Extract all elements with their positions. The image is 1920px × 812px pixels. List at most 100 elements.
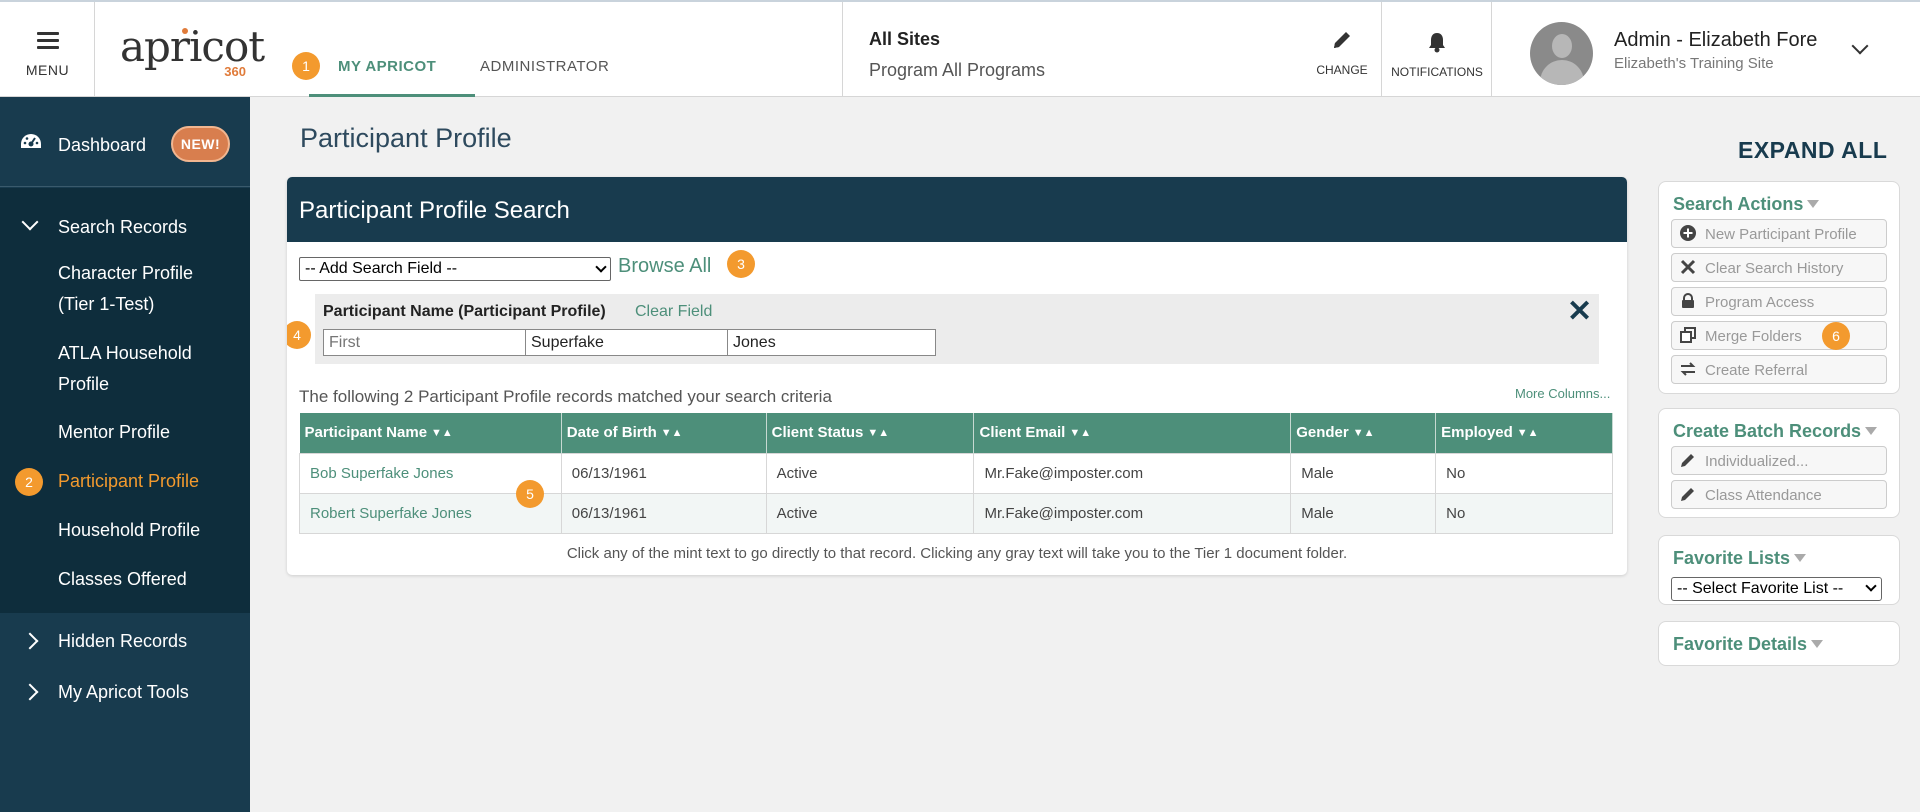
column-header-date-of-birth[interactable]: Date of Birth ▼▲ — [561, 413, 767, 453]
expand-all-button[interactable]: EXPAND ALL — [1738, 137, 1887, 164]
action-label: Class Attendance — [1705, 487, 1822, 504]
bell-icon — [1429, 33, 1445, 53]
cell-employed[interactable]: No — [1435, 452, 1613, 494]
dashboard-gauge-icon — [21, 134, 41, 148]
sites-program: Program All Programs — [869, 60, 1046, 80]
create-referral-button[interactable]: Create Referral — [1671, 355, 1887, 384]
column-header-employed[interactable]: Employed ▼▲ — [1435, 413, 1613, 453]
merge-folders-button[interactable]: Merge Folders 6 — [1671, 321, 1887, 350]
cell-status[interactable]: Active — [765, 492, 975, 534]
sidebar-item-label: Mentor Profile — [58, 422, 171, 442]
cell-email[interactable]: Mr.Fake@imposter.com — [973, 452, 1292, 494]
more-columns-link[interactable]: More Columns... — [1515, 386, 1610, 401]
copy-icon — [1680, 327, 1696, 343]
sidebar-item-label: Classes Offered — [58, 569, 187, 589]
sort-icon: ▼▲ — [660, 427, 683, 440]
change-button[interactable]: CHANGE — [1302, 2, 1382, 97]
panel-header: Participant Profile Search — [287, 177, 1627, 242]
column-header-gender[interactable]: Gender ▼▲ — [1290, 413, 1437, 453]
cell-employed[interactable]: No — [1435, 492, 1613, 534]
new-participant-profile-button[interactable]: New Participant Profile — [1671, 219, 1887, 248]
sort-icon: ▼▲ — [431, 427, 453, 440]
column-header-client-status[interactable]: Client Status ▼▲ — [766, 413, 975, 453]
sidebar-item-dashboard[interactable]: Dashboard NEW! — [0, 97, 250, 187]
individualized-button[interactable]: Individualized... — [1671, 446, 1887, 475]
favorite-list-value: -- Select Favorite List -- — [1677, 580, 1844, 597]
action-label: Merge Folders — [1705, 328, 1802, 345]
sidebar-item-my-apricot-tools-label: My Apricot Tools — [58, 682, 189, 702]
action-label: Individualized... — [1705, 453, 1809, 470]
triangle-down-icon — [1865, 427, 1878, 435]
notifications-label: NOTIFICATIONS — [1391, 65, 1483, 79]
site-program-selector: All Sites Program All Programs — [842, 2, 1382, 97]
class-attendance-button[interactable]: Class Attendance — [1671, 480, 1887, 509]
chevron-down-icon — [595, 261, 607, 273]
favorite-list-select[interactable]: -- Select Favorite List -- — [1671, 577, 1882, 601]
middle-name-input[interactable] — [525, 329, 734, 356]
results-footnote: Click any of the mint text to go directl… — [566, 545, 1348, 562]
add-search-field-select[interactable]: -- Add Search Field -- — [299, 257, 611, 281]
avatar — [1530, 22, 1593, 85]
cell-dob[interactable]: 06/13/1961 — [560, 492, 767, 534]
step-badge-4: 4 — [287, 321, 311, 349]
results-table: Participant Name ▼▲ Date of Birth ▼▲ Clien… — [299, 413, 1613, 534]
triangle-down-icon — [1794, 554, 1807, 562]
pencil-icon — [1334, 32, 1350, 48]
cell-dob[interactable]: 06/13/1961 — [560, 452, 767, 494]
cell-gender[interactable]: Male — [1290, 492, 1437, 534]
step-badge-1: 1 — [292, 52, 320, 80]
hamburger-icon — [37, 32, 59, 53]
search-panel: Participant Profile Search -- Add Search… — [287, 177, 1627, 575]
pencil-icon — [1681, 454, 1694, 467]
sidebar-item-dashboard-label: Dashboard — [58, 135, 147, 155]
action-label: Program Access — [1705, 294, 1815, 311]
chevron-right-icon — [21, 683, 39, 701]
user-site: Elizabeth's Training Site — [1614, 55, 1774, 72]
tab-administrator[interactable]: ADMINISTRATOR — [480, 58, 609, 75]
step-badge-6: 6 — [1822, 322, 1850, 350]
column-header-client-email[interactable]: Client Email ▼▲ — [973, 413, 1292, 453]
favorite-details-title[interactable]: Favorite Details — [1673, 634, 1824, 655]
search-actions-title[interactable]: Search Actions — [1673, 194, 1820, 215]
notifications-button[interactable]: NOTIFICATIONS — [1382, 2, 1492, 97]
sidebar-item-label: Household Profile — [58, 520, 201, 540]
action-label: Create Referral — [1705, 362, 1808, 379]
close-icon[interactable]: ✕ — [1567, 294, 1592, 329]
pencil-icon — [1681, 488, 1694, 501]
browse-all-link[interactable]: Browse All — [618, 255, 711, 278]
clear-search-history-button[interactable]: Clear Search History — [1671, 253, 1887, 282]
top-bar: MENU apricot 360 1 MY APRICOT ADMINISTRA… — [0, 0, 1920, 97]
favorite-lists-box: Favorite Lists -- Select Favorite List -… — [1658, 535, 1900, 605]
action-label: Clear Search History — [1705, 260, 1844, 277]
cell-status[interactable]: Active — [765, 452, 975, 494]
cell-gender[interactable]: Male — [1290, 452, 1437, 494]
sort-icon: ▼▲ — [867, 427, 890, 440]
x-icon — [1680, 259, 1696, 275]
last-name-input[interactable] — [727, 329, 936, 356]
column-header-participant-name[interactable]: Participant Name ▼▲ — [299, 413, 562, 453]
first-name-input[interactable] — [323, 329, 532, 356]
program-access-button[interactable]: Program Access — [1671, 287, 1887, 316]
sidebar-item-label: Participant Profile — [58, 471, 200, 491]
apricot-logo[interactable]: apricot 360 — [120, 22, 265, 79]
step-badge-3: 3 — [727, 250, 755, 278]
favorite-lists-title[interactable]: Favorite Lists — [1673, 548, 1807, 569]
lock-icon — [1682, 293, 1694, 308]
table-row[interactable]: Robert Superfake Jones 06/13/1961 Active… — [299, 492, 1613, 534]
favorite-details-box: Favorite Details — [1658, 621, 1900, 666]
triangle-down-icon — [1807, 200, 1820, 208]
sidebar: Dashboard NEW! Search Records Character … — [0, 97, 250, 812]
cell-email[interactable]: Mr.Fake@imposter.com — [973, 492, 1292, 534]
tab-my-apricot[interactable]: 1 MY APRICOT — [292, 2, 475, 97]
sites-title: All Sites — [869, 29, 941, 49]
table-row[interactable]: Bob Superfake Jones 06/13/1961 Active Mr… — [299, 452, 1613, 494]
chevron-down-icon[interactable] — [1851, 37, 1869, 55]
sidebar-item-hidden-records-label: Hidden Records — [58, 631, 188, 651]
menu-button[interactable]: MENU — [0, 2, 95, 97]
user-name: Admin - Elizabeth Fore — [1614, 29, 1818, 51]
results-summary: The following 2 Participant Profile reco… — [299, 387, 832, 406]
user-menu[interactable]: Admin - Elizabeth Fore Elizabeth's Train… — [1493, 2, 1920, 97]
clear-field-link[interactable]: Clear Field — [635, 303, 712, 321]
create-batch-records-title[interactable]: Create Batch Records — [1673, 421, 1878, 442]
sort-icon: ▼▲ — [1352, 427, 1375, 440]
